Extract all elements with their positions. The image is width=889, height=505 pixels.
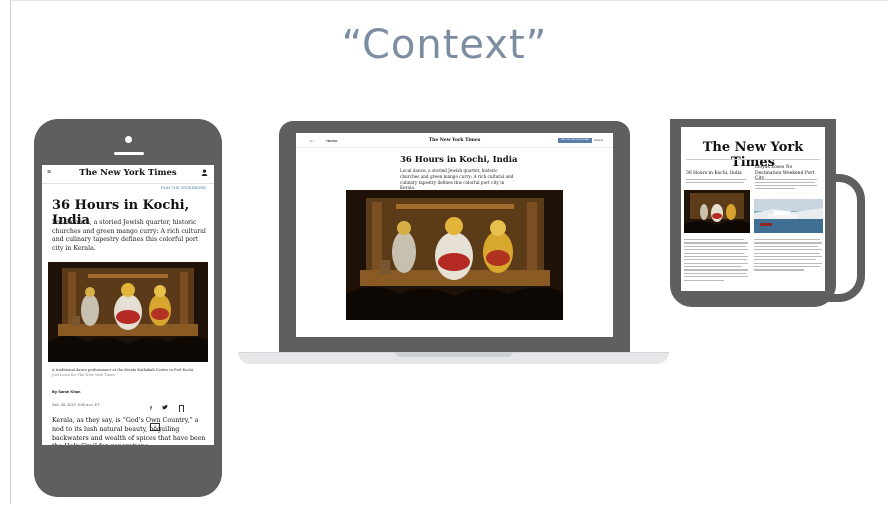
phone-speaker	[114, 152, 144, 155]
newspaper-photo-harbor	[754, 199, 823, 233]
masthead-rule	[686, 159, 820, 160]
phone-device: ≡ The New York Times PLAY THE CROSSWORD …	[34, 119, 222, 497]
account-link[interactable]: Account	[594, 139, 603, 142]
text-line	[755, 179, 817, 181]
article-body: Kerala, as they say, is “God’s Own Count…	[52, 417, 206, 445]
laptop-notch	[395, 352, 513, 357]
photo-caption: A traditional dance performance at the K…	[52, 368, 202, 378]
twitter-icon[interactable]	[162, 405, 169, 412]
text-line	[755, 185, 817, 187]
text-line	[686, 182, 744, 184]
photo-credit: Joel Leiva for The New York Times	[52, 373, 116, 377]
user-icon[interactable]	[201, 169, 208, 178]
article-headline: 36 Hours in Kochi, India	[400, 155, 518, 165]
kathakali-photo	[346, 190, 563, 320]
share-tools: f 0	[150, 400, 206, 431]
slide-title: “Context”	[341, 22, 548, 68]
phone-screen: ≡ The New York Times PLAY THE CROSSWORD …	[42, 165, 214, 445]
byline: By Sarah Khan	[52, 389, 81, 394]
newspaper-photo-dance	[684, 190, 750, 233]
newspaper-page: The New York Times 36 Hours in Kochi, In…	[681, 127, 825, 291]
crossword-link[interactable]: PLAY THE CROSSWORD	[161, 186, 206, 190]
facebook-icon[interactable]: f	[150, 406, 152, 412]
nyt-logo[interactable]: The New York Times	[42, 168, 214, 178]
caption-text: A traditional dance performance at the K…	[52, 368, 195, 372]
phone-camera	[125, 136, 132, 143]
text-line	[755, 188, 795, 190]
laptop-screen: ≡ ⌕ TRAVEL The New York Times GET 50% OF…	[296, 133, 613, 337]
article-summary: Local dance, a storied Jewish quarter, h…	[400, 168, 514, 191]
laptop-nav-bar: ≡ ⌕ TRAVEL The New York Times GET 50% OF…	[296, 133, 613, 148]
lead-headline: 36 Hours in Kochi, India	[686, 171, 742, 176]
article-summary: Local dance, a storied Jewish quarter, h…	[52, 219, 206, 252]
text-line	[755, 182, 815, 184]
right-column-text	[754, 239, 823, 273]
phone-nav-bar: ≡ The New York Times	[42, 165, 214, 184]
left-column-text	[684, 239, 750, 283]
text-line	[686, 179, 746, 181]
subscribe-button[interactable]: GET 50% OFF FOR A YEAR	[558, 138, 592, 143]
kathakali-photo	[48, 262, 208, 362]
bookmark-icon[interactable]	[178, 405, 184, 413]
publish-date: Dec. 26, 2019, 5:00 a.m. ET	[52, 403, 100, 407]
